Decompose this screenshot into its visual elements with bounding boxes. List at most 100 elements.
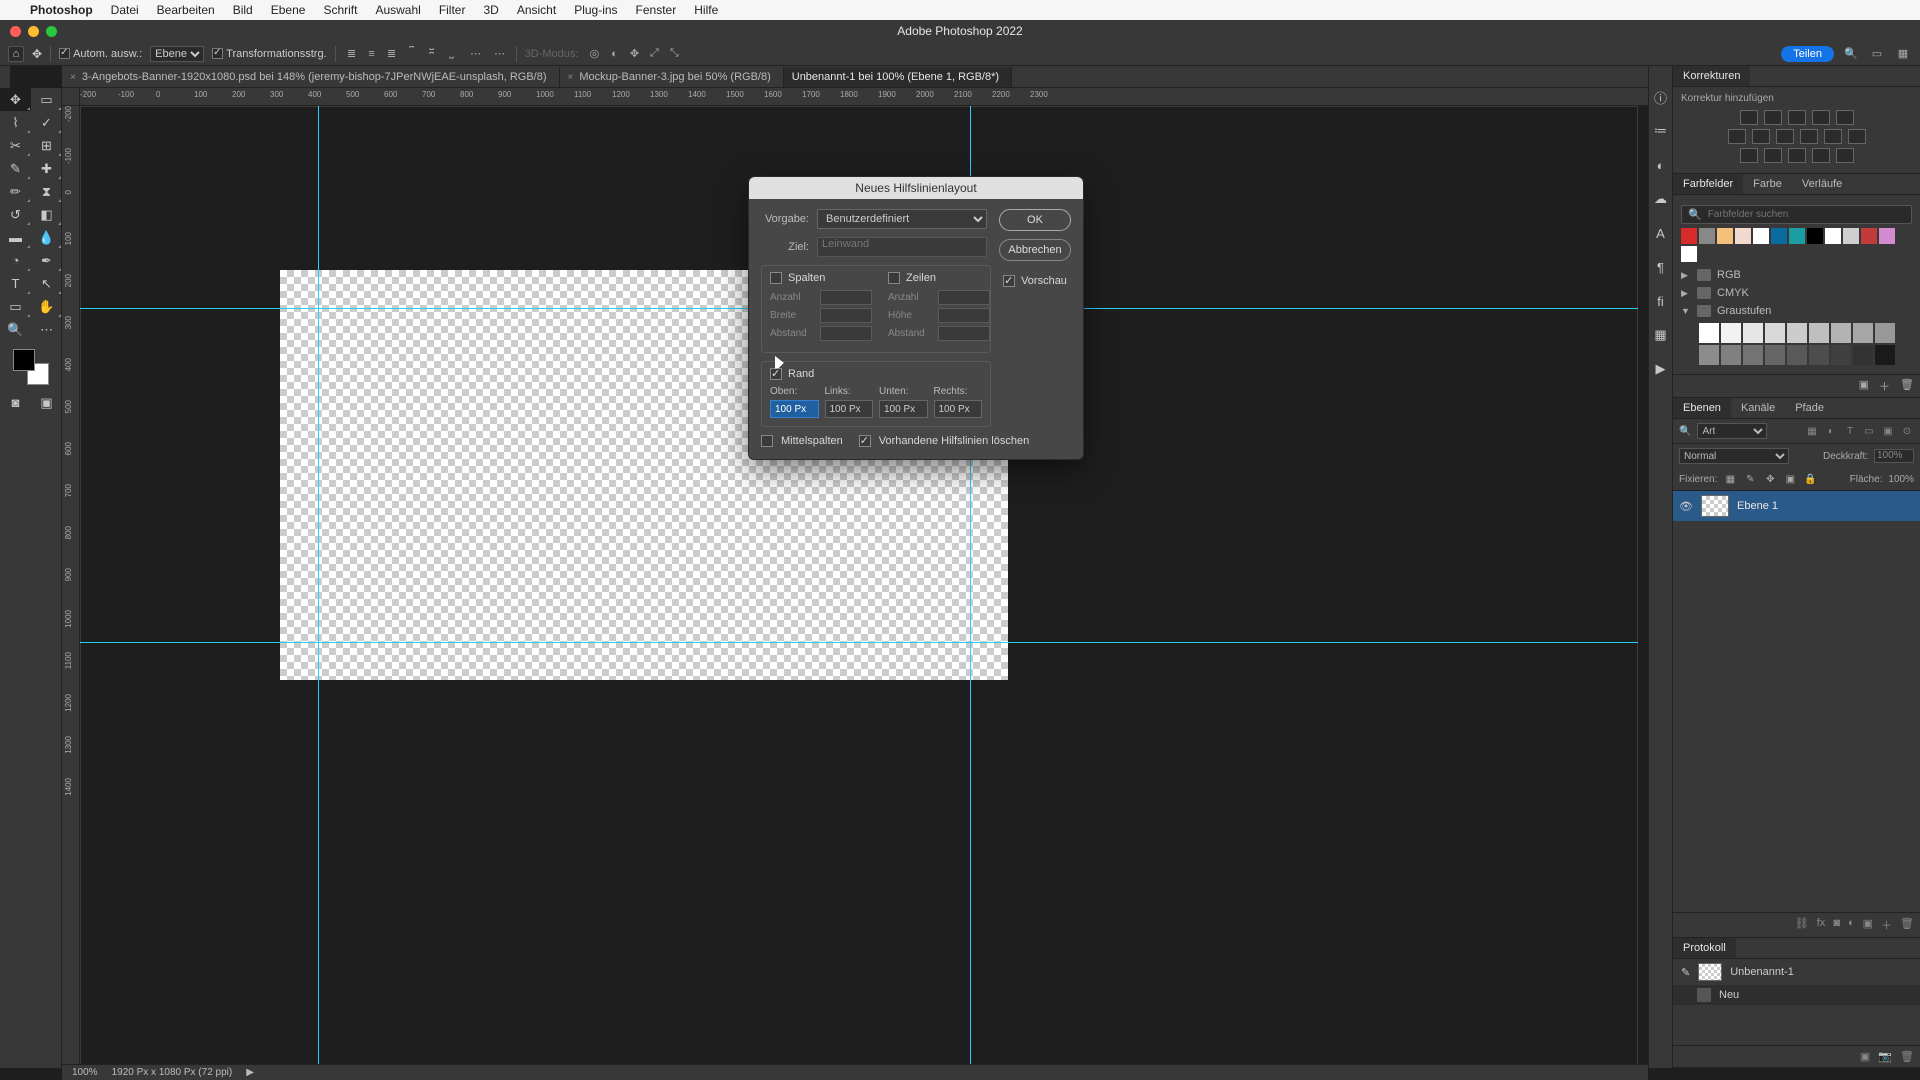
libraries-panel-icon[interactable]: ☁ bbox=[1652, 190, 1670, 208]
history-step[interactable]: Neu bbox=[1673, 985, 1920, 1005]
filter-type-icon[interactable]: T bbox=[1843, 424, 1857, 438]
swatch[interactable] bbox=[1831, 345, 1851, 365]
lookup-icon[interactable] bbox=[1848, 129, 1866, 144]
margin-checkbox[interactable] bbox=[770, 368, 782, 380]
new-snapshot-from-state-icon[interactable]: ▣ bbox=[1860, 1050, 1870, 1063]
swatch-search-input[interactable] bbox=[1708, 209, 1905, 220]
center-columns-checkbox[interactable] bbox=[761, 435, 773, 447]
tab-ebenen[interactable]: Ebenen bbox=[1673, 398, 1731, 418]
swatch[interactable] bbox=[1853, 323, 1873, 343]
dodge-tool[interactable]: ◔ bbox=[0, 249, 31, 272]
swatch[interactable] bbox=[1699, 228, 1715, 244]
swatch[interactable] bbox=[1809, 323, 1829, 343]
rectangle-tool[interactable]: ▭ bbox=[0, 295, 31, 318]
exposure-icon[interactable] bbox=[1812, 110, 1830, 125]
guide-vertical[interactable] bbox=[318, 106, 319, 1068]
swatch[interactable] bbox=[1809, 345, 1829, 365]
swatch[interactable] bbox=[1875, 345, 1895, 365]
swatch-folder-rgb[interactable]: ▶RGB bbox=[1681, 266, 1912, 284]
window-close-icon[interactable] bbox=[10, 26, 21, 37]
actions-panel-icon[interactable]: ▶ bbox=[1652, 360, 1670, 378]
swatch[interactable] bbox=[1853, 345, 1873, 365]
preview-checkbox[interactable] bbox=[1003, 275, 1015, 287]
auto-select-kind[interactable]: Ebene bbox=[150, 46, 204, 62]
menu-auswahl[interactable]: Auswahl bbox=[375, 3, 420, 17]
layer-mask-icon[interactable]: ◙ bbox=[1833, 917, 1840, 933]
posterize-icon[interactable] bbox=[1764, 148, 1782, 163]
vertical-ruler[interactable]: -200-10001002003004005006007008009001000… bbox=[62, 106, 80, 1068]
swatch[interactable] bbox=[1681, 246, 1697, 262]
close-tab-icon[interactable]: × bbox=[70, 72, 76, 83]
lock-artboard-icon[interactable]: ▣ bbox=[1783, 472, 1797, 486]
ruler-origin[interactable] bbox=[62, 88, 80, 106]
swatch[interactable] bbox=[1699, 345, 1719, 365]
new-swatch-icon[interactable]: ＋ bbox=[1879, 378, 1890, 394]
gradient-tool[interactable]: ▬ bbox=[0, 226, 31, 249]
transform-controls-checkbox[interactable] bbox=[212, 48, 223, 59]
filter-pixel-icon[interactable]: ▦ bbox=[1805, 424, 1819, 438]
margin-bottom-input[interactable] bbox=[879, 400, 928, 418]
opacity-input[interactable]: 100% bbox=[1874, 449, 1914, 463]
tab-farbfelder[interactable]: Farbfelder bbox=[1673, 174, 1743, 194]
swatch[interactable] bbox=[1771, 228, 1787, 244]
properties-panel-icon[interactable]: ≔ bbox=[1652, 122, 1670, 140]
selective-color-icon[interactable] bbox=[1836, 148, 1854, 163]
adjustment-layer-icon[interactable]: ◐ bbox=[1848, 917, 1855, 933]
bw-icon[interactable] bbox=[1776, 129, 1794, 144]
ok-button[interactable]: OK bbox=[999, 209, 1071, 231]
zoom-level[interactable]: 100% bbox=[72, 1067, 98, 1078]
layer-thumbnail[interactable] bbox=[1701, 495, 1729, 517]
tab-pfade[interactable]: Pfade bbox=[1785, 398, 1834, 418]
window-zoom-icon[interactable] bbox=[46, 26, 57, 37]
margin-left-input[interactable] bbox=[825, 400, 874, 418]
zoom-tool[interactable]: 🔍 bbox=[0, 318, 31, 341]
lock-all-icon[interactable]: 🔒 bbox=[1803, 472, 1817, 486]
swatch[interactable] bbox=[1735, 228, 1751, 244]
close-tab-icon[interactable]: × bbox=[568, 72, 574, 83]
filter-toggle-icon[interactable]: ⊙ bbox=[1900, 424, 1914, 438]
link-layers-icon[interactable]: ⛓ bbox=[1795, 917, 1809, 933]
swatch[interactable] bbox=[1807, 228, 1823, 244]
swatch[interactable] bbox=[1753, 228, 1769, 244]
swatch[interactable] bbox=[1879, 228, 1895, 244]
hand-tool[interactable]: ✋ bbox=[31, 295, 62, 318]
swatch[interactable] bbox=[1825, 228, 1841, 244]
vibrance-icon[interactable] bbox=[1836, 110, 1854, 125]
tab-farbe[interactable]: Farbe bbox=[1743, 174, 1792, 194]
align-bottom-icon[interactable]: ⎵ bbox=[444, 46, 460, 62]
swatch[interactable] bbox=[1831, 323, 1851, 343]
blend-mode-select[interactable]: Normal bbox=[1679, 448, 1789, 464]
move-tool[interactable]: ✥ bbox=[0, 88, 31, 111]
align-right-icon[interactable]: ≣ bbox=[384, 46, 400, 62]
filter-shape-icon[interactable]: ▭ bbox=[1862, 424, 1876, 438]
pen-tool[interactable]: ✒ bbox=[31, 249, 62, 272]
menu-bearbeiten[interactable]: Bearbeiten bbox=[157, 3, 215, 17]
layer-name[interactable]: Ebene 1 bbox=[1737, 500, 1778, 512]
swatch[interactable] bbox=[1765, 323, 1785, 343]
horizontal-ruler[interactable]: -200-10001002003004005006007008009001000… bbox=[80, 88, 1648, 106]
new-group-icon[interactable]: ▣ bbox=[1859, 378, 1869, 394]
eyedropper-tool[interactable]: ✎ bbox=[0, 157, 31, 180]
align-center-v-icon[interactable]: ⎶ bbox=[424, 46, 440, 62]
swatch[interactable] bbox=[1717, 228, 1733, 244]
adjustments-panel-icon[interactable]: ◐ bbox=[1652, 156, 1670, 174]
layer-filter-kind[interactable]: Art bbox=[1697, 423, 1767, 439]
document-tab-3[interactable]: Unbenannt-1 bei 100% (Ebene 1, RGB/8*) bbox=[784, 67, 1012, 87]
threshold-icon[interactable] bbox=[1788, 148, 1806, 163]
swatch[interactable] bbox=[1861, 228, 1877, 244]
tab-korrekturen[interactable]: Korrekturen bbox=[1673, 66, 1750, 86]
clone-tool[interactable]: ⧗ bbox=[31, 180, 62, 203]
home-icon[interactable]: ⌂ bbox=[8, 46, 24, 62]
screen-mode-icon[interactable]: ▣ bbox=[31, 391, 62, 414]
foreground-color-swatch[interactable] bbox=[13, 349, 35, 371]
fill-input[interactable]: 100% bbox=[1888, 474, 1914, 485]
eraser-tool[interactable]: ◧ bbox=[31, 203, 62, 226]
character-panel-icon[interactable]: A bbox=[1652, 224, 1670, 242]
document-tab-2[interactable]: ×Mockup-Banner-3.jpg bei 50% (RGB/8) bbox=[560, 67, 784, 87]
columns-checkbox[interactable] bbox=[770, 272, 782, 284]
guide-horizontal[interactable] bbox=[80, 642, 1638, 643]
layer-visibility-icon[interactable]: 👁 bbox=[1679, 500, 1693, 513]
swatch[interactable] bbox=[1875, 323, 1895, 343]
tab-verlaeufe[interactable]: Verläufe bbox=[1792, 174, 1852, 194]
history-snapshot[interactable]: ✎ Unbenannt-1 bbox=[1673, 959, 1920, 985]
